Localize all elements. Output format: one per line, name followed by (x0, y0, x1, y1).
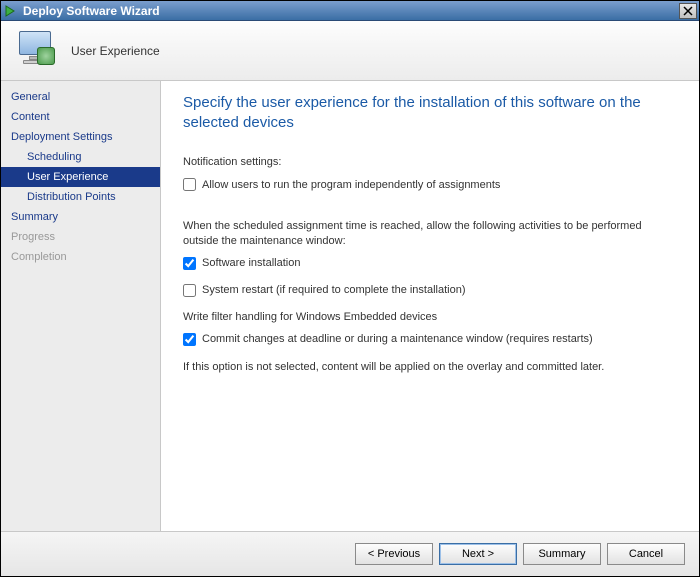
software-install-row: Software installation (183, 257, 677, 270)
next-button[interactable]: Next > (439, 543, 517, 565)
nav-sidebar: General Content Deployment Settings Sche… (1, 81, 161, 531)
allow-independent-label: Allow users to run the program independe… (202, 179, 500, 191)
nav-completion: Completion (1, 247, 160, 267)
nav-progress: Progress (1, 227, 160, 247)
app-icon (3, 3, 19, 19)
commit-changes-row: Commit changes at deadline or during a m… (183, 333, 677, 346)
system-restart-label: System restart (if required to complete … (202, 284, 466, 296)
commit-note: If this option is not selected, content … (183, 360, 677, 375)
software-install-label: Software installation (202, 257, 300, 269)
wizard-window: Deploy Software Wizard User Experience G… (0, 0, 700, 577)
nav-content[interactable]: Content (1, 107, 160, 127)
close-button[interactable] (679, 3, 697, 19)
nav-summary[interactable]: Summary (1, 207, 160, 227)
summary-button[interactable]: Summary (523, 543, 601, 565)
nav-deployment-settings[interactable]: Deployment Settings (1, 127, 160, 147)
maintenance-intro: When the scheduled assignment time is re… (183, 219, 677, 249)
wizard-header: User Experience (1, 21, 699, 81)
system-restart-checkbox[interactable] (183, 284, 196, 297)
page-subtitle: User Experience (71, 44, 160, 58)
wizard-body: General Content Deployment Settings Sche… (1, 81, 699, 532)
commit-changes-label: Commit changes at deadline or during a m… (202, 333, 593, 345)
software-install-checkbox[interactable] (183, 257, 196, 270)
allow-independent-checkbox[interactable] (183, 178, 196, 191)
titlebar: Deploy Software Wizard (1, 1, 699, 21)
wizard-footer: < Previous Next > Summary Cancel (1, 532, 699, 576)
allow-independent-row: Allow users to run the program independe… (183, 178, 677, 191)
content-pane: Specify the user experience for the inst… (161, 81, 699, 531)
notification-settings-label: Notification settings: (183, 156, 677, 168)
wizard-icon (13, 27, 61, 75)
write-filter-label: Write filter handling for Windows Embedd… (183, 311, 677, 323)
nav-user-experience[interactable]: User Experience (1, 167, 160, 187)
system-restart-row: System restart (if required to complete … (183, 284, 677, 297)
nav-scheduling[interactable]: Scheduling (1, 147, 160, 167)
cancel-button[interactable]: Cancel (607, 543, 685, 565)
page-heading: Specify the user experience for the inst… (183, 93, 677, 132)
commit-changes-checkbox[interactable] (183, 333, 196, 346)
previous-button[interactable]: < Previous (355, 543, 433, 565)
nav-distribution-points[interactable]: Distribution Points (1, 187, 160, 207)
nav-general[interactable]: General (1, 87, 160, 107)
window-title: Deploy Software Wizard (23, 4, 679, 18)
